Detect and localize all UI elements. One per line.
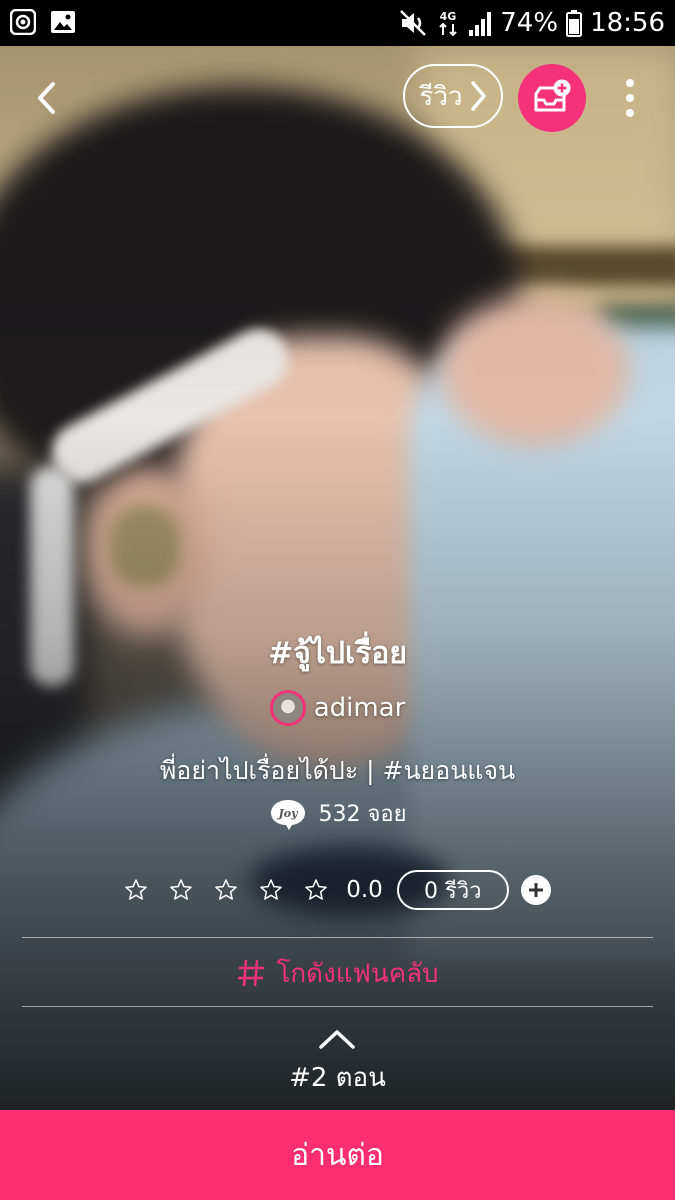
joy-icon: Joy <box>270 800 305 830</box>
mute-icon <box>400 10 427 36</box>
more-vertical-icon-dot <box>626 109 634 117</box>
review-count-button[interactable]: 0 รีวิว <box>396 870 509 910</box>
rating-row: 0.0 0 รีวิว <box>0 870 675 910</box>
more-vertical-icon-dot <box>626 79 634 87</box>
divider <box>22 937 653 938</box>
rating-value: 0.0 <box>346 877 383 903</box>
network-4g-icon: 4G <box>439 10 457 37</box>
chevron-left-icon <box>38 82 55 114</box>
image-icon <box>51 11 75 33</box>
more-vertical-icon-dot <box>626 94 634 102</box>
status-bar: 4G 74% 18:56 <box>0 0 675 46</box>
chevron-up-icon[interactable] <box>318 1028 356 1050</box>
svg-text:4G: 4G <box>440 10 457 23</box>
plus-icon <box>528 883 543 897</box>
add-to-shelf-button[interactable] <box>518 64 586 132</box>
review-button[interactable]: รีวิว <box>403 64 503 128</box>
star-empty-icon <box>215 879 237 900</box>
chevron-right-icon <box>470 81 486 111</box>
battery-percent: 74% <box>500 8 559 38</box>
star-empty-icon <box>260 879 282 900</box>
signal-icon <box>469 12 492 36</box>
star-empty-icon <box>170 879 192 900</box>
episode-count[interactable]: #2 ตอน <box>0 1060 675 1096</box>
status-bar-right: 4G 74% 18:56 <box>398 6 665 40</box>
battery-icon <box>566 10 583 37</box>
joy-count: 532 จอย <box>318 802 407 827</box>
continue-reading-button[interactable]: อ่านต่อ <box>0 1110 675 1200</box>
fanclub-button[interactable]: โกดังแฟนคลับ <box>0 948 675 998</box>
story-detail-screen: 4G 74% 18:56 รีวิว #จู้ไปเรื่อย adimar พ… <box>0 0 675 1200</box>
status-bar-left <box>10 9 76 35</box>
rating-stars[interactable] <box>124 878 328 902</box>
divider <box>22 1006 653 1007</box>
star-empty-icon <box>305 879 327 900</box>
screen-record-icon <box>10 9 36 35</box>
story-tagline: พี่อย่าไปเรื่อยได้ปะ | #นยอนแจน <box>159 756 516 785</box>
fanclub-label: โกดังแฟนคลับ <box>276 958 439 989</box>
hashtag-icon <box>238 959 265 987</box>
review-button-label: รีวิว <box>419 81 463 112</box>
star-empty-icon <box>125 879 147 900</box>
clock: 18:56 <box>590 8 665 38</box>
add-to-shelf-icon <box>534 79 571 112</box>
author-avatar <box>269 690 306 726</box>
author-link[interactable]: adimar <box>0 690 675 726</box>
story-title: #จู้ไปเรื่อย <box>268 636 407 671</box>
back-button[interactable] <box>22 72 70 124</box>
add-review-button[interactable] <box>520 875 551 905</box>
author-name: adimar <box>313 693 406 723</box>
joy-row: Joy 532 จอย <box>0 798 675 832</box>
more-options-button[interactable] <box>612 72 648 124</box>
svg-text:Joy: Joy <box>276 807 299 820</box>
